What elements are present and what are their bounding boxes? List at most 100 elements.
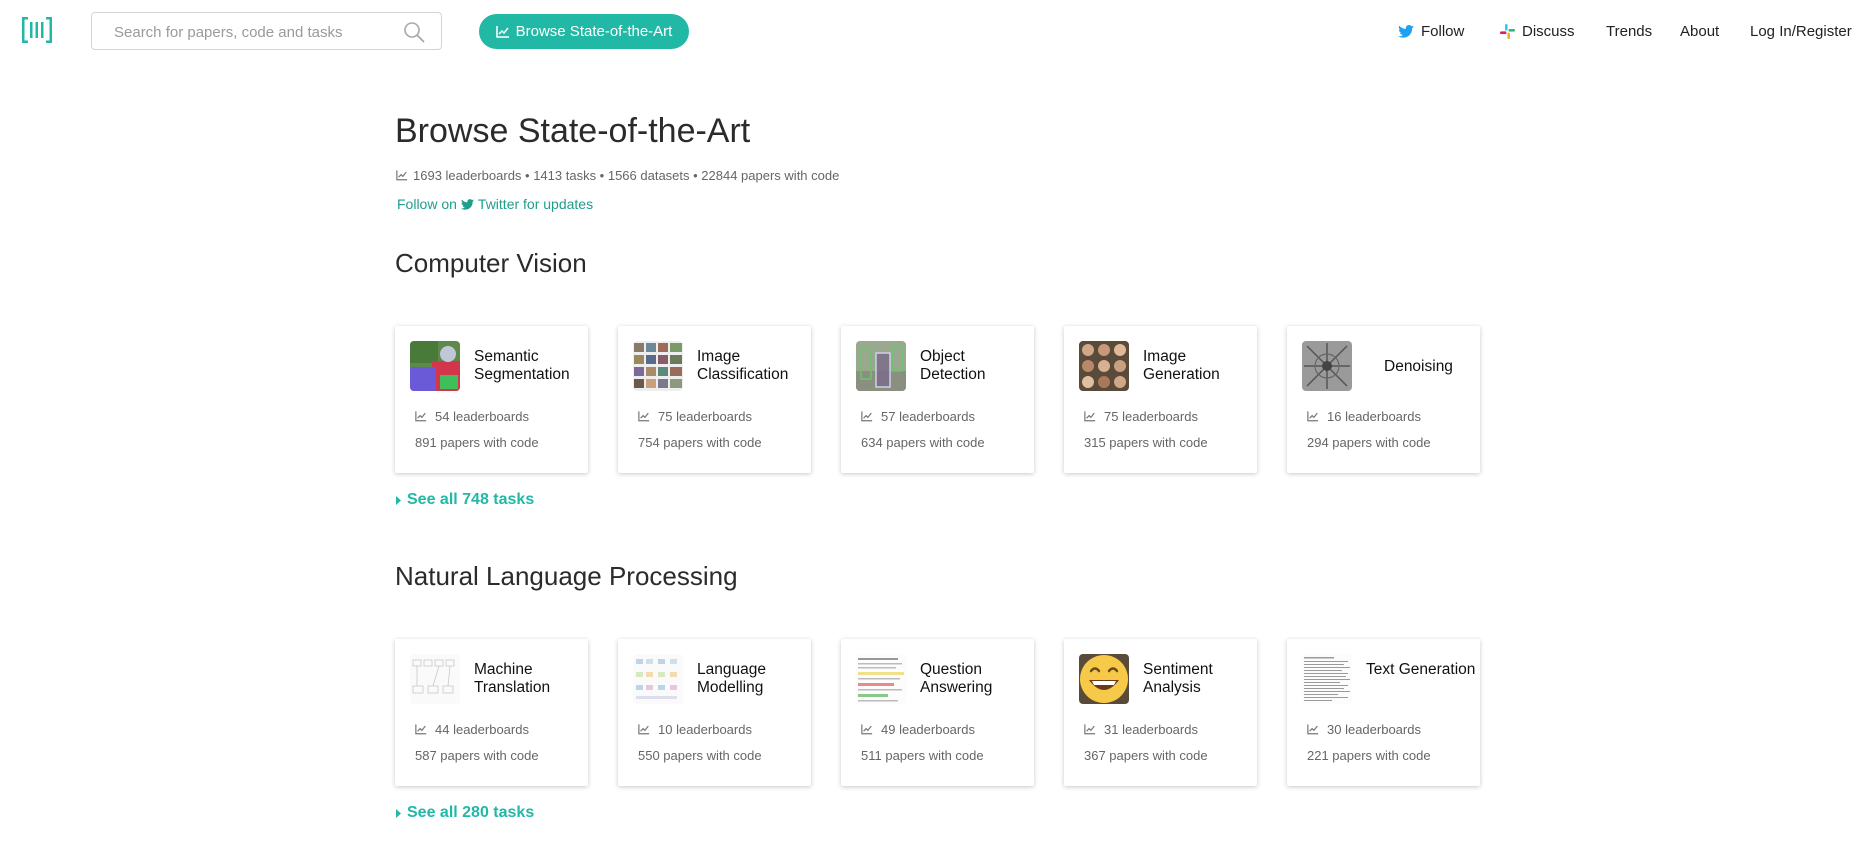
chart-line-icon (415, 411, 427, 422)
caret-right-icon (396, 808, 401, 818)
chart-line-icon (1307, 724, 1319, 735)
task-thumbnail (633, 341, 683, 391)
task-name: Denoising (1384, 358, 1453, 375)
nav-trends-link[interactable]: Trends (1606, 23, 1652, 40)
caret-right-icon (396, 495, 401, 505)
task-thumbnail (856, 341, 906, 391)
leaderboards-text: 10 leaderboards (658, 722, 752, 737)
leaderboards-count: 49 leaderboards (861, 722, 975, 737)
task-name: Question Answering (920, 661, 993, 696)
search-input[interactable] (112, 13, 396, 51)
leaderboards-count: 75 leaderboards (1084, 409, 1198, 424)
nav-trends-label: Trends (1606, 23, 1653, 40)
twitter-updates-link[interactable]: Twitter for updates (478, 196, 593, 212)
nav-about-label: About (1680, 23, 1720, 40)
nav-follow-label: Follow (1421, 23, 1465, 40)
section-title-nlp: Natural Language Processing (395, 561, 738, 591)
nav-discuss-link[interactable]: Discuss (1500, 23, 1575, 40)
task-thumbnail (1302, 341, 1352, 391)
see-all-label: See all 280 tasks (407, 804, 535, 821)
task-card-denoising[interactable]: Denoising 16 leaderboards 294 papers wit… (1287, 326, 1480, 473)
task-thumbnail (410, 654, 460, 704)
task-card-object-detection[interactable]: Object Detection 57 leaderboards 634 pap… (841, 326, 1034, 473)
smiley-emoji-icon (1079, 654, 1129, 704)
twitter-icon (460, 198, 474, 210)
task-card-sentiment-analysis[interactable]: Sentiment Analysis 31 leaderboards 367 p… (1064, 639, 1257, 786)
papers-count: 367 papers with code (1084, 748, 1208, 763)
site-stats-text: 1693 leaderboards • 1413 tasks • 1566 da… (413, 168, 840, 183)
papers-count: 754 papers with code (638, 435, 762, 450)
chart-line-icon (495, 25, 509, 38)
leaderboards-text: 49 leaderboards (881, 722, 975, 737)
task-name: Image Classification (697, 348, 789, 383)
site-stats: 1693 leaderboards • 1413 tasks • 1566 da… (396, 168, 839, 183)
leaderboards-count: 10 leaderboards (638, 722, 752, 737)
task-card-semantic-segmentation[interactable]: Semantic Segmentation 54 leaderboards 89… (395, 326, 588, 473)
task-name: Text Generation (1366, 661, 1476, 678)
top-navbar: Browse State-of-the-Art Follow Discuss T… (0, 0, 1875, 64)
papers-count: 294 papers with code (1307, 435, 1431, 450)
chart-line-icon (396, 170, 408, 181)
papers-count: 550 papers with code (638, 748, 762, 763)
leaderboards-count: 30 leaderboards (1307, 722, 1421, 737)
task-name: Machine Translation (474, 661, 551, 696)
leaderboards-count: 31 leaderboards (1084, 722, 1198, 737)
task-card-question-answering[interactable]: Question Answering 49 leaderboards 511 p… (841, 639, 1034, 786)
task-name: Language Modelling (697, 661, 766, 696)
see-all-nlp-tasks-link[interactable]: See all 280 tasks (396, 804, 534, 822)
slack-icon (1500, 24, 1515, 39)
leaderboards-count: 44 leaderboards (415, 722, 529, 737)
leaderboards-text: 57 leaderboards (881, 409, 975, 424)
papers-count: 511 papers with code (861, 748, 984, 763)
search-box (91, 12, 442, 51)
task-card-text-generation[interactable]: Text Generation 30 leaderboards 221 pape… (1287, 639, 1480, 786)
task-thumbnail (1079, 341, 1129, 391)
papers-count: 221 papers with code (1307, 748, 1431, 763)
leaderboards-text: 16 leaderboards (1327, 409, 1421, 424)
leaderboards-count: 54 leaderboards (415, 409, 529, 424)
task-card-image-generation[interactable]: Image Generation 75 leaderboards 315 pap… (1064, 326, 1257, 473)
browse-sota-label: Browse State-of-the-Art (515, 23, 673, 40)
chart-line-icon (415, 724, 427, 735)
leaderboards-text: 31 leaderboards (1104, 722, 1198, 737)
task-thumbnail (633, 654, 683, 704)
chart-line-icon (861, 724, 873, 735)
follow-prefix: Follow on (397, 196, 457, 212)
see-all-cv-tasks-link[interactable]: See all 748 tasks (396, 491, 534, 509)
task-card-image-classification[interactable]: Image Classification 75 leaderboards 754… (618, 326, 811, 473)
leaderboards-text: 44 leaderboards (435, 722, 529, 737)
search-icon[interactable] (403, 21, 425, 43)
leaderboards-text: 75 leaderboards (658, 409, 752, 424)
leaderboards-count: 57 leaderboards (861, 409, 975, 424)
nav-login-label: Log In/Register (1750, 23, 1852, 40)
logo-icon[interactable] (22, 17, 52, 43)
nav-login-link[interactable]: Log In/Register (1750, 23, 1852, 40)
browse-sota-button[interactable]: Browse State-of-the-Art (479, 14, 689, 49)
task-card-machine-translation[interactable]: Machine Translation 44 leaderboards 587 … (395, 639, 588, 786)
task-thumbnail (410, 341, 460, 391)
chart-line-icon (638, 724, 650, 735)
chart-line-icon (1084, 411, 1096, 422)
task-thumbnail (1302, 654, 1352, 704)
papers-count: 634 papers with code (861, 435, 985, 450)
task-thumbnail (856, 654, 906, 704)
section-title-computer-vision: Computer Vision (395, 248, 587, 278)
twitter-follow-line: Follow on Twitter for updates (397, 196, 593, 212)
leaderboards-count: 16 leaderboards (1307, 409, 1421, 424)
chart-line-icon (1084, 724, 1096, 735)
nav-discuss-label: Discuss (1522, 23, 1575, 40)
leaderboards-text: 75 leaderboards (1104, 409, 1198, 424)
task-card-language-modelling[interactable]: Language Modelling 10 leaderboards 550 p… (618, 639, 811, 786)
task-name: Object Detection (920, 348, 986, 383)
task-name: Semantic Segmentation (474, 348, 570, 383)
nav-follow-link[interactable]: Follow (1398, 23, 1464, 40)
papers-count: 587 papers with code (415, 748, 539, 763)
task-name: Image Generation (1143, 348, 1220, 383)
leaderboards-text: 30 leaderboards (1327, 722, 1421, 737)
nav-about-link[interactable]: About (1680, 23, 1719, 40)
task-name: Sentiment Analysis (1143, 661, 1213, 696)
chart-line-icon (1307, 411, 1319, 422)
papers-count: 891 papers with code (415, 435, 539, 450)
chart-line-icon (638, 411, 650, 422)
papers-count: 315 papers with code (1084, 435, 1208, 450)
